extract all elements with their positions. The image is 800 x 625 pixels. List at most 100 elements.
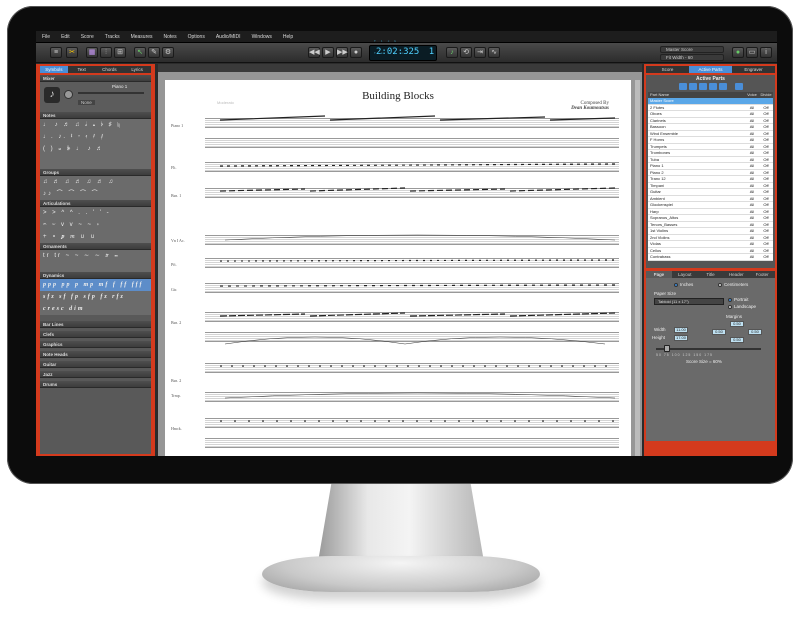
tab-text[interactable]: Text [68,66,96,73]
section-guitar[interactable]: Guitar [40,361,151,368]
ornaments-row-2 [40,262,151,272]
radio-inches[interactable]: Inches [674,282,693,287]
menu-measures[interactable]: Measures [131,34,153,40]
groups-row-2[interactable]: ♪♪ ⌒ ⌒ ⌒ ⌒ [40,188,151,200]
score-page[interactable]: Building Blocks Composed By Dean Koumout… [165,80,631,456]
menu-score[interactable]: Score [81,34,94,40]
toolbar: ≡ ✂ ▦ ⫶ ⊞ ↖ ✎ ⚙ ◀◀ ▶ ▶▶ ● 2:02:325 1 Bar… [36,39,777,63]
notes-row-3[interactable]: ( ) 𝄪 𝄫 ♩ ♪ ♬ [40,143,151,155]
section-notes[interactable]: Notes [40,112,151,119]
margin-bottom-field[interactable]: 0.50 [730,337,744,343]
part-divide-cell: Off [763,176,769,181]
tab-chords[interactable]: Chords [96,66,124,73]
section-jazz[interactable]: Jazz [40,371,151,378]
list-icon[interactable]: ≡ [50,47,62,58]
record-icon[interactable]: ● [350,47,362,58]
play-icon[interactable]: ▶ [322,47,334,58]
volume-slider[interactable] [78,92,144,94]
section-ornaments[interactable]: Ornaments [40,243,151,250]
width-field[interactable]: 11.00 [674,327,688,333]
part-link-icon[interactable] [734,83,743,90]
articulations-row-1[interactable]: > > ^ ^ . . ' ' - [40,207,151,219]
part-row[interactable]: Contrabass All Off [648,254,773,261]
section-dynamics[interactable]: Dynamics [40,272,151,279]
section-clefs[interactable]: Clefs [40,331,151,338]
part-divide-cell: Off [763,195,769,201]
zoom-select[interactable]: Fit Width - 60 [660,54,724,61]
section-groups[interactable]: Groups [40,169,151,176]
info-icon[interactable]: i [760,47,772,58]
section-mixer[interactable]: Mixer [40,75,151,82]
part-remove-icon[interactable] [688,83,697,90]
score-size-slider[interactable] [656,345,761,352]
tab-header[interactable]: Header [723,271,749,278]
part-copy-icon[interactable] [698,83,707,90]
section-bar-lines[interactable]: Bar Lines [40,321,151,328]
part-sort-icon[interactable] [718,83,727,90]
notes-row-1[interactable]: ♩ ♪ ♬ ♫ 𝅗𝅥 𝅝 ♭ ♯ ♮ [40,119,151,131]
wave-icon[interactable]: ∿ [488,47,500,58]
radio-portrait[interactable]: Portrait [728,297,749,302]
ornaments-row-1[interactable]: tr tr ~ ~ ∼ ∼ 𝆖 𝆗 [40,250,151,262]
part-edit-icon[interactable] [708,83,717,90]
score-size-knob[interactable] [664,345,671,352]
section-articulations[interactable]: Articulations [40,200,151,207]
score-select[interactable]: Master Score [660,46,724,53]
tab-page[interactable]: Page [646,271,672,278]
margin-right-field[interactable]: 0.50 [748,329,762,335]
menu-help[interactable]: Help [283,34,293,40]
menu-tracks[interactable]: Tracks [105,34,120,40]
active-parts-panel: Active Parts Part Name Voice Divide Mast… [646,75,775,268]
menu-notes[interactable]: Notes [164,34,177,40]
knob-icon[interactable] [64,90,73,99]
dynamics-row-1[interactable]: ppp pp p mp mf f ff fff [40,279,151,291]
part-voice-cell: All [749,124,755,129]
menu-edit[interactable]: Edit [61,34,70,40]
section-graphics[interactable]: Graphics [40,341,151,348]
tab-layout[interactable]: Layout [672,271,698,278]
section-note-heads[interactable]: Note Heads [40,351,151,358]
menu-options[interactable]: Options [188,34,205,40]
tools-icon[interactable]: ✂ [66,47,78,58]
window-icon[interactable]: ▭ [746,47,758,58]
paper-size-select[interactable]: Tabloid (11 x 17") [654,298,724,305]
menu-file[interactable]: File [42,34,50,40]
pointer-icon[interactable]: ↖ [134,47,146,58]
part-add-icon[interactable] [678,83,687,90]
radio-landscape[interactable]: Landscape [728,304,756,309]
rewind-icon[interactable]: ◀◀ [308,47,320,58]
articulations-row-2[interactable]: 𝄐 𝄑 v v ~ ~ ∘ [40,219,151,231]
tab-score[interactable]: Score [646,66,689,73]
mixer-icon[interactable]: ⫶ [100,47,112,58]
section-drums[interactable]: Drums [40,381,151,388]
tab-title[interactable]: Title [698,271,724,278]
tab-active-parts[interactable]: Active Parts [689,66,732,73]
forward-icon[interactable]: ▶▶ [336,47,348,58]
measure-ruler[interactable] [158,64,642,72]
groups-row-1[interactable]: ♫ ♬ ♫ ♬ ♫ ♬ ♫ [40,176,151,188]
dynamics-row-2[interactable]: sfz sf fp sfp fz rfz [40,291,151,303]
grid-icon[interactable]: ⊞ [114,47,126,58]
menu-windows[interactable]: Windows [252,34,272,40]
settings-icon[interactable]: ⚙ [162,47,174,58]
vertical-scrollbar[interactable] [635,80,640,456]
pencil-icon[interactable]: ✎ [148,47,160,58]
margin-top-field[interactable]: 0.50 [730,321,744,327]
green-icon[interactable]: ● [732,47,744,58]
loop-icon[interactable]: ⟲ [460,47,472,58]
dynamics-row-3[interactable]: cresc dim [40,303,151,315]
margin-left-field[interactable]: 0.50 [712,329,726,335]
tab-symbols[interactable]: Symbols [40,66,68,73]
mixer-preset[interactable]: None [78,100,95,105]
step-icon[interactable]: ⇥ [474,47,486,58]
tab-engraver[interactable]: Engraver [732,66,775,73]
tab-footer[interactable]: Footer [749,271,775,278]
metronome-icon[interactable]: ♪ [446,47,458,58]
radio-centimeters[interactable]: Centimeters [718,282,748,287]
height-field[interactable]: 17.00 [674,335,688,341]
tab-lyrics[interactable]: Lyrics [123,66,151,73]
notes-row-2[interactable]: ♩. ♪. 𝄽 𝄾 𝄿 𝅀 𝅁 [40,131,151,143]
articulations-row-3[interactable]: + ∘ 𝆏 𝆐 ∪ ∪ [40,231,151,243]
keyboard-icon[interactable]: ▦ [86,47,98,58]
menu-audio-midi[interactable]: Audio/MIDI [216,34,241,40]
